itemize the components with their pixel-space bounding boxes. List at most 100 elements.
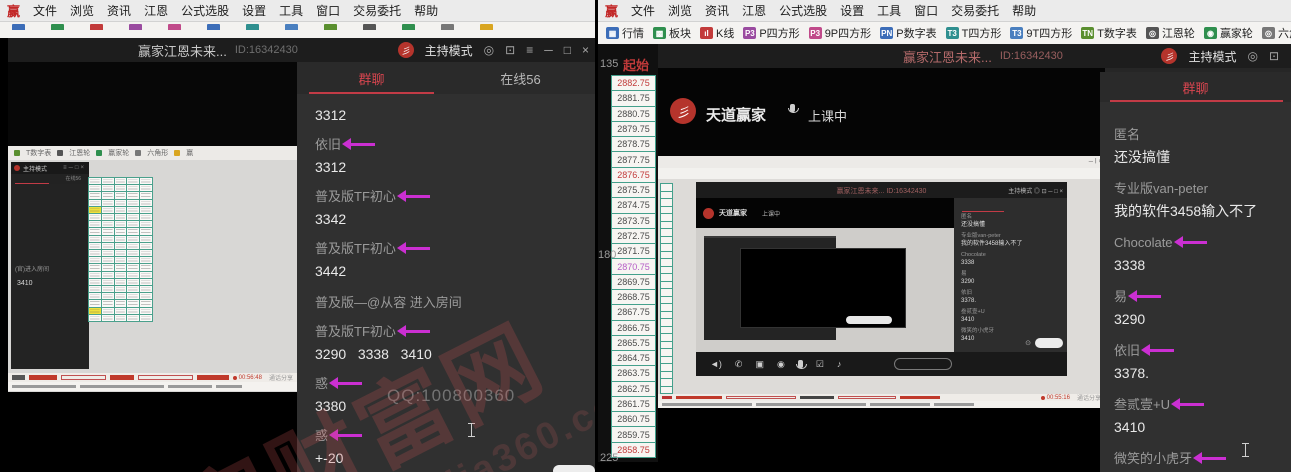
menu-item-设置[interactable]: 设置 [242, 2, 266, 19]
menu-item-设置[interactable]: 设置 [840, 2, 864, 19]
nested-chat-name: 微笑的小虎牙 [961, 328, 1067, 335]
menu-item-浏览[interactable]: 浏览 [668, 2, 692, 19]
mini-tab-bar[interactable]: 在线56 [11, 174, 89, 184]
chat-message-list[interactable]: 匿名还没搞懂专业版van-peter我的软件3458输入不了Chocolate3… [1100, 102, 1291, 472]
popout-icon[interactable]: ⊡ [505, 44, 515, 56]
price-cell-2871.75: 2871.75 [611, 243, 656, 259]
chat-message-name: 叁贰壹+U [1114, 396, 1281, 413]
nested-price-cell [660, 386, 673, 395]
toolbar-item-六角形[interactable]: ◎六角形 [1262, 25, 1291, 41]
annotation-arrow-icon [1180, 403, 1204, 406]
left-bottom-black [8, 392, 297, 472]
toolbar-item-T四方形[interactable]: T3T四方形 [946, 25, 1002, 41]
music-icon[interactable]: ♪ [837, 360, 842, 369]
status-segment [838, 396, 896, 399]
toolbar-item-P四方形[interactable]: P3P四方形 [743, 25, 799, 41]
menu-item-公式选股[interactable]: 公式选股 [181, 2, 229, 19]
chat-message-value: 3290 3338 3410 [315, 345, 585, 364]
target-icon[interactable]: ◎ [1247, 50, 1257, 62]
share-screen-button[interactable] [894, 358, 952, 370]
embedded-toolbar-label: 赢 [186, 148, 193, 158]
chat-message-name: 易 [1114, 288, 1281, 305]
right-title-bar[interactable]: 赢家江恩未来... ID:16342430 彡 主持模式 ◎ ⊡ [658, 44, 1291, 68]
menu-item-公式选股[interactable]: 公式选股 [779, 2, 827, 19]
status-bar-row1: 00:56:48通话分享 [8, 373, 297, 382]
toolbar-item-9P四方形[interactable]: P39P四方形 [809, 25, 871, 41]
toolbar-item-江恩轮[interactable]: ◎江恩轮 [1146, 25, 1195, 41]
nested-host-label: 主持模式 ◎ ⊡ ─ □ × [1008, 186, 1063, 195]
menu-item-交易委托[interactable]: 交易委托 [353, 2, 401, 19]
status-segment [870, 403, 930, 406]
menu-item-窗口[interactable]: 窗口 [316, 2, 340, 19]
toolbar-icon-top [480, 24, 493, 30]
menu-icon[interactable]: ≡ [526, 44, 533, 56]
menu-item-资讯[interactable]: 资讯 [107, 2, 131, 19]
close-button[interactable]: × [582, 44, 589, 56]
menu-item-帮助[interactable]: 帮助 [414, 2, 438, 19]
menu-item-浏览[interactable]: 浏览 [70, 2, 94, 19]
toolbar-item-赢家轮[interactable]: ◉赢家轮 [1204, 25, 1253, 41]
popout-icon[interactable]: ⊡ [1269, 50, 1279, 62]
mini-online-tab[interactable]: 在线56 [65, 175, 81, 182]
nested-send-button[interactable] [1035, 338, 1063, 348]
nested-chat-name: 匿名 [961, 214, 1067, 221]
chat-message-name: 专业版van-peter [1114, 180, 1281, 197]
embedded-toolbar-icon [14, 150, 20, 156]
menu-item-窗口[interactable]: 窗口 [914, 2, 938, 19]
tab-group-chat[interactable]: 群聊 [297, 62, 446, 94]
mic-icon[interactable] [798, 360, 803, 368]
toolbar-item-板块[interactable]: ▩板块 [653, 25, 691, 41]
recording-dot-icon [1041, 396, 1045, 400]
speaker-icon[interactable]: ◄) [710, 360, 722, 369]
image-icon[interactable]: ▣ [755, 360, 764, 369]
left-video-area [8, 62, 297, 146]
toolbar-item-K线[interactable]: ılK线 [700, 25, 734, 41]
window-id: ID:16342430 [1000, 50, 1063, 62]
embedded-toolbar-icon [174, 150, 180, 156]
price-cell-2879.75: 2879.75 [611, 121, 656, 137]
annotation-arrow-icon [406, 195, 430, 198]
toolbar-item-icon: T3 [946, 27, 959, 39]
nested-chat-value: 3338 [961, 260, 1067, 267]
toolbar-item-icon: ıl [700, 27, 713, 39]
chat-message-list[interactable]: 3312依旧3312普及版TF初心3342普及版TF初心3442普及版—@从容 … [297, 94, 595, 468]
call-icon[interactable]: ✆ [735, 360, 743, 369]
price-cell-2868.75: 2868.75 [611, 289, 656, 305]
mini-chat-value: 3410 [17, 280, 33, 287]
tab-online-users[interactable]: 在线56 [446, 62, 595, 94]
menu-item-文件[interactable]: 文件 [631, 2, 655, 19]
menu-item-工具[interactable]: 工具 [877, 2, 901, 19]
menu-item-工具[interactable]: 工具 [279, 2, 303, 19]
status-segment [80, 385, 164, 388]
toolbar-item-9T四方形[interactable]: T39T四方形 [1010, 25, 1072, 41]
toolbar-item-T数字表[interactable]: TNT数字表 [1081, 25, 1137, 41]
send-button-partial[interactable] [553, 465, 595, 472]
chat-message-value: +-20 [315, 449, 585, 468]
toolbar-item-icon: T3 [1010, 27, 1023, 39]
embedded-toolbar-label: 六角形 [147, 148, 168, 158]
window-id: ID:16342430 [235, 44, 298, 56]
menu-item-资讯[interactable]: 资讯 [705, 2, 729, 19]
app-logo-glyph: 赢 [605, 1, 618, 20]
tab-group-chat-label: 群聊 [1182, 78, 1208, 97]
menu-item-帮助[interactable]: 帮助 [1012, 2, 1036, 19]
status-segment [29, 375, 57, 380]
tab-group-chat[interactable]: 群聊 [1100, 72, 1291, 102]
chat-message-value: 3338 [1114, 256, 1281, 275]
toolbar-item-P数字表[interactable]: PNP数字表 [880, 25, 936, 41]
toolbar-item-行情[interactable]: ▦行情 [606, 25, 644, 41]
left-title-bar[interactable]: 赢家江恩未来... ID:16342430 彡 主持模式 ◎ ⊡ ≡ ─ □ × [8, 38, 595, 62]
menu-item-文件[interactable]: 文件 [33, 2, 57, 19]
maximize-button[interactable]: □ [564, 44, 571, 56]
target-icon[interactable]: ◎ [484, 44, 494, 56]
menu-item-江恩[interactable]: 江恩 [144, 2, 168, 19]
menu-item-江恩[interactable]: 江恩 [742, 2, 766, 19]
menu-item-交易委托[interactable]: 交易委托 [951, 2, 999, 19]
right-chat-panel: 群聊 匿名还没搞懂专业版van-peter我的软件3458输入不了Chocola… [1100, 72, 1291, 472]
minimize-button[interactable]: ─ [544, 44, 553, 56]
camera-icon[interactable]: ◉ [777, 360, 785, 369]
toolbar-icon-top [441, 24, 454, 30]
mini-window-controls[interactable]: ≡─□× [63, 165, 86, 171]
grid-cell [139, 314, 153, 322]
check-icon[interactable]: ☑ [816, 360, 824, 369]
